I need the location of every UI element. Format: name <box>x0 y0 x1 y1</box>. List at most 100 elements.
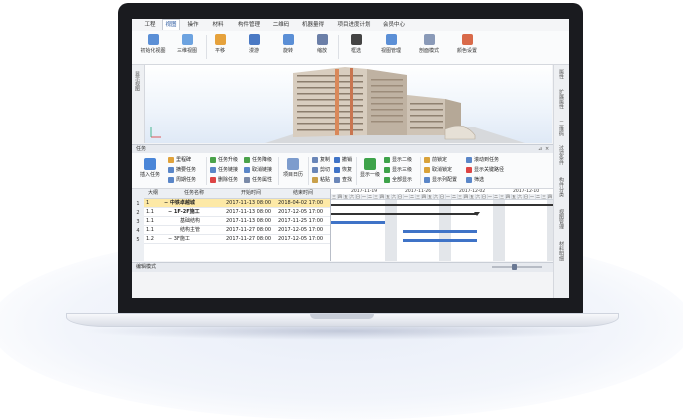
color-settings-icon <box>461 34 473 45</box>
zoom-button[interactable]: 缩放 <box>310 34 334 62</box>
project-calendar-button[interactable]: 项目日历 <box>280 158 306 178</box>
tab-schedule[interactable]: 项目进度计划 <box>334 20 374 30</box>
pin-icon[interactable]: ⊿ <box>538 145 542 153</box>
side-tab-category[interactable]: 构件分类 <box>558 177 565 197</box>
unlock-icon <box>424 166 430 173</box>
cut-button[interactable]: 剪切 <box>312 166 330 175</box>
tab-operation[interactable]: 操作 <box>185 20 201 30</box>
gantt-task-bar[interactable] <box>403 239 477 242</box>
laptop-notch <box>310 314 374 319</box>
toolbar-separator <box>420 157 421 185</box>
task-link-button[interactable]: 任务链接 <box>210 166 238 175</box>
recurring-task-button[interactable]: 周期任务 <box>168 176 196 185</box>
gantt-summary-bar[interactable] <box>331 204 553 206</box>
tab-member[interactable]: 会员中心 <box>380 20 408 30</box>
show-level-three-button[interactable]: 显示三级 <box>384 166 412 175</box>
left-sidebar-label: 显示视图 <box>134 71 140 91</box>
column-header-task-name[interactable]: 任务名称 <box>164 189 224 198</box>
row-number[interactable]: 5 <box>132 236 144 244</box>
ribbon-separator <box>206 35 207 59</box>
find-button[interactable]: 查找 <box>334 176 352 185</box>
box-select-icon <box>350 34 362 45</box>
table-row[interactable]: 1.1 基础结构 2017-11-13 08:00 2017-11-25 17:… <box>144 217 330 226</box>
show-level-one-button[interactable]: 显示一级 <box>358 158 382 178</box>
init-view-button[interactable]: 初始化视图 <box>138 34 168 62</box>
show-level-two-button[interactable]: 显示二级 <box>384 156 412 165</box>
section-mode-button[interactable]: 剖面模式 <box>412 34 446 62</box>
table-row[interactable]: 1 − 中铁卓越城 2017-11-13 08:00 2018-04-02 17… <box>144 199 330 208</box>
filter-button[interactable]: 筛选 <box>466 176 484 185</box>
table-row[interactable]: 1.1 − 1F-2F施工 2017-11-13 08:00 2017-12-0… <box>144 208 330 217</box>
row-number[interactable]: 4 <box>132 227 144 235</box>
tab-project[interactable]: 工程 <box>142 20 158 30</box>
summary-task-button[interactable]: 摘要任务 <box>168 166 196 175</box>
column-header-start[interactable]: 开始时间 <box>226 189 276 198</box>
zoom-slider[interactable] <box>492 264 542 270</box>
gantt-task-bar[interactable] <box>403 230 477 233</box>
row-number[interactable]: 1 <box>132 200 144 208</box>
task-downgrade-button[interactable]: 任务降级 <box>244 156 272 165</box>
unlink-button[interactable]: 取消链接 <box>244 166 272 175</box>
task-toolbar: 插入任务 里程碑 摘要任务 周期任务 任务升级 任务链接 删除任务 任务降级 取… <box>132 153 553 189</box>
right-sidebar: 属性 扩展属性 二维码 过滤条件 构件分类 视图管理 材料明细 <box>553 65 569 298</box>
scroll-to-task-button[interactable]: 滚动到任务 <box>466 156 499 165</box>
weekend-shade <box>385 200 397 261</box>
side-tab-view-manage[interactable]: 视图管理 <box>558 209 565 229</box>
undo-button[interactable]: 撤销 <box>334 156 352 165</box>
edit-mode-label: 编辑模式 <box>136 264 157 270</box>
task-upgrade-button[interactable]: 任务升级 <box>210 156 238 165</box>
unlock-button[interactable]: 取消锁定 <box>424 166 452 175</box>
paste-button[interactable]: 粘贴 <box>312 176 330 185</box>
upgrade-icon <box>210 156 216 163</box>
table-row[interactable]: 1.1 结构主管 2017-11-27 08:00 2017-12-05 17:… <box>144 226 330 235</box>
properties-icon <box>244 176 250 183</box>
side-tab-extended[interactable]: 扩展属性 <box>558 89 565 109</box>
redo-button[interactable]: 恢复 <box>334 166 352 175</box>
side-tab-material[interactable]: 材料明细 <box>558 241 565 261</box>
column-config-button[interactable]: 显示列配置 <box>424 176 457 185</box>
tab-component-manage[interactable]: 构件管理 <box>235 20 263 30</box>
tab-qrcode[interactable]: 二维码 <box>270 20 292 30</box>
weekend-shade <box>493 200 505 261</box>
side-tab-qrcode[interactable]: 二维码 <box>558 121 565 136</box>
rotate-button[interactable]: 旋转 <box>276 34 300 62</box>
column-header-end[interactable]: 结束时间 <box>278 189 328 198</box>
pan-button[interactable]: 平移 <box>208 34 232 62</box>
gantt-chart[interactable]: 2017-11-19 2017-11-26 2017-12-02 2017-12… <box>331 189 553 261</box>
side-tab-properties[interactable]: 属性 <box>558 69 565 79</box>
close-icon[interactable]: × <box>545 145 549 153</box>
gantt-task-bar[interactable] <box>331 221 385 224</box>
gantt-summary-bar[interactable] <box>331 213 477 215</box>
3d-viewport[interactable] <box>145 65 552 143</box>
row-number[interactable]: 3 <box>132 218 144 226</box>
view-manage-button[interactable]: 视图管理 <box>376 34 406 62</box>
lock-icon <box>424 156 430 163</box>
box-select-button[interactable]: 框选 <box>344 34 368 62</box>
table-row[interactable]: 1.2 − 3F施工 2017-11-27 08:00 2017-12-05 1… <box>144 235 330 244</box>
color-settings-button[interactable]: 颜色设置 <box>450 34 484 62</box>
tab-view[interactable]: 视图 <box>162 19 180 30</box>
tab-material[interactable]: 材料 <box>210 20 226 30</box>
milestone-button[interactable]: 里程碑 <box>168 156 191 165</box>
show-all-button[interactable]: 全部显示 <box>384 176 412 185</box>
zoom-slider-handle[interactable] <box>512 264 517 270</box>
task-properties-button[interactable]: 任务属性 <box>244 176 272 185</box>
critical-path-icon <box>466 166 472 173</box>
3d-view-button[interactable]: 三维视图 <box>172 34 202 62</box>
side-tab-filter[interactable]: 过滤条件 <box>558 145 565 165</box>
critical-path-button[interactable]: 显示关键路径 <box>466 166 504 175</box>
copy-button[interactable]: 复制 <box>312 156 330 165</box>
row-number[interactable]: 2 <box>132 209 144 217</box>
insert-task-button[interactable]: 插入任务 <box>136 158 164 178</box>
link-icon <box>210 166 216 173</box>
ribbon-toolbar: 初始化视图 三维视图 平移 漫游 旋转 缩放 框选 视图管理 剖面模式 颜色设置 <box>132 31 569 65</box>
delete-task-button[interactable]: 删除任务 <box>210 176 238 185</box>
left-sidebar[interactable]: 显示视图 <box>132 65 145 143</box>
walk-button[interactable]: 漫游 <box>242 34 266 62</box>
building-model <box>150 67 525 143</box>
lock-button[interactable]: 前锁定 <box>424 156 447 165</box>
columns-icon <box>424 176 430 183</box>
tab-machine[interactable]: 机器量得 <box>299 20 327 30</box>
laptop-base <box>66 313 619 327</box>
column-header-outline[interactable]: 大纲 <box>146 189 160 198</box>
